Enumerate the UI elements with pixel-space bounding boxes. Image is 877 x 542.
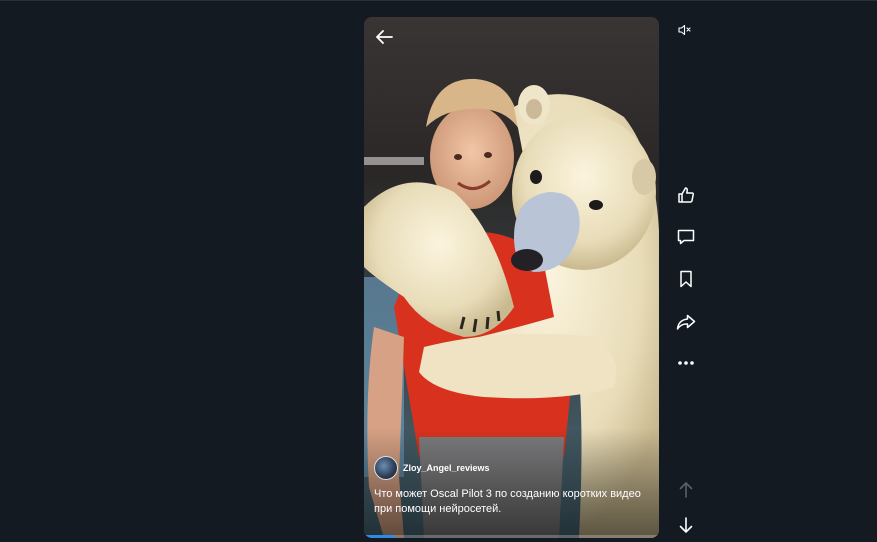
author-link[interactable]: Zloy_Angel_reviews: [374, 456, 490, 480]
next-video-button[interactable]: [674, 513, 698, 537]
like-button[interactable]: [674, 183, 698, 207]
progress-fill: [364, 535, 394, 538]
mute-button[interactable]: [673, 18, 697, 42]
back-button[interactable]: [372, 25, 396, 49]
comment-button[interactable]: [674, 225, 698, 249]
share-arrow-icon: [676, 314, 696, 330]
speaker-muted-icon: [678, 24, 691, 36]
arrow-down-icon: [679, 517, 693, 533]
comment-icon: [677, 229, 695, 245]
arrow-up-icon: [679, 482, 693, 498]
arrow-left-icon: [376, 30, 393, 44]
video-feed-page: Zloy_Angel_reviews Что может Oscal Pilot…: [0, 0, 877, 542]
thumbs-up-icon: [678, 187, 694, 203]
bookmark-button[interactable]: [674, 267, 698, 291]
video-caption: Что может Oscal Pilot 3 по созданию коро…: [374, 488, 641, 515]
previous-video-button[interactable]: [674, 478, 698, 502]
bookmark-icon: [680, 270, 692, 288]
more-dots-icon: [678, 361, 694, 365]
progress-bar[interactable]: [364, 535, 659, 538]
video-player[interactable]: Zloy_Angel_reviews Что может Oscal Pilot…: [364, 17, 659, 538]
caption-overlay: [364, 428, 659, 538]
top-border: [0, 0, 877, 1]
share-button[interactable]: [674, 310, 698, 334]
author-name: Zloy_Angel_reviews: [403, 463, 490, 473]
author-avatar: [374, 456, 398, 480]
more-button[interactable]: [674, 351, 698, 375]
